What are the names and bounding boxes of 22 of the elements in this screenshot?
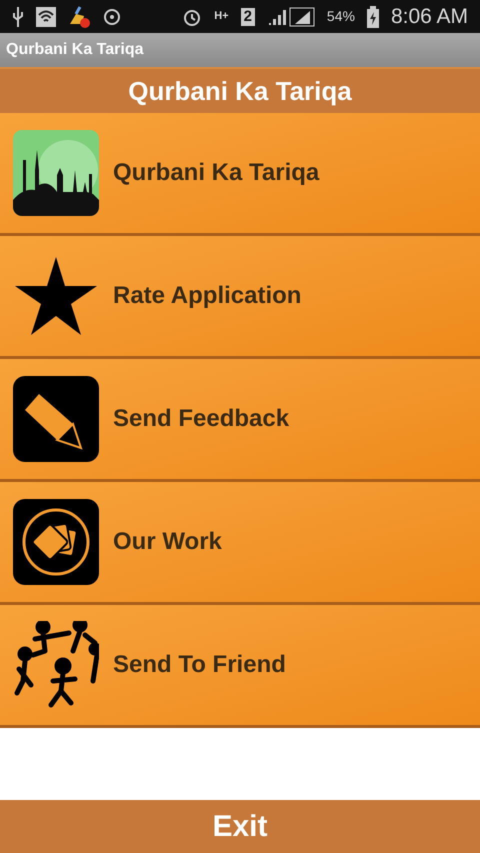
network-type: H+ — [214, 11, 229, 22]
clock: 8:06 AM — [390, 4, 468, 30]
menu-item[interactable]: Send Feedback — [0, 359, 480, 482]
exit-button[interactable]: Exit — [0, 800, 480, 853]
sim-indicator: 2 — [240, 8, 255, 26]
star-icon — [15, 257, 97, 335]
pencil-icon — [13, 376, 99, 462]
battery-icon — [366, 6, 379, 28]
battery-percent: 54% — [326, 7, 355, 26]
sync-icon — [102, 6, 122, 26]
signal-icon — [266, 6, 315, 26]
broom-icon — [68, 6, 90, 28]
usb-icon — [12, 6, 24, 26]
app-title: Qurbani Ka Tariqa — [6, 40, 144, 60]
header-title: Qurbani Ka Tariqa — [128, 74, 352, 108]
menu-item[interactable]: Rate Application — [0, 236, 480, 359]
cards-icon — [13, 499, 99, 585]
wifi-icon — [36, 6, 56, 26]
children-circle-icon — [13, 621, 99, 709]
menu-item[interactable]: Qurbani Ka Tariqa — [0, 113, 480, 236]
menu-item[interactable]: Our Work — [0, 482, 480, 605]
menu-item[interactable]: Send To Friend — [0, 605, 480, 728]
